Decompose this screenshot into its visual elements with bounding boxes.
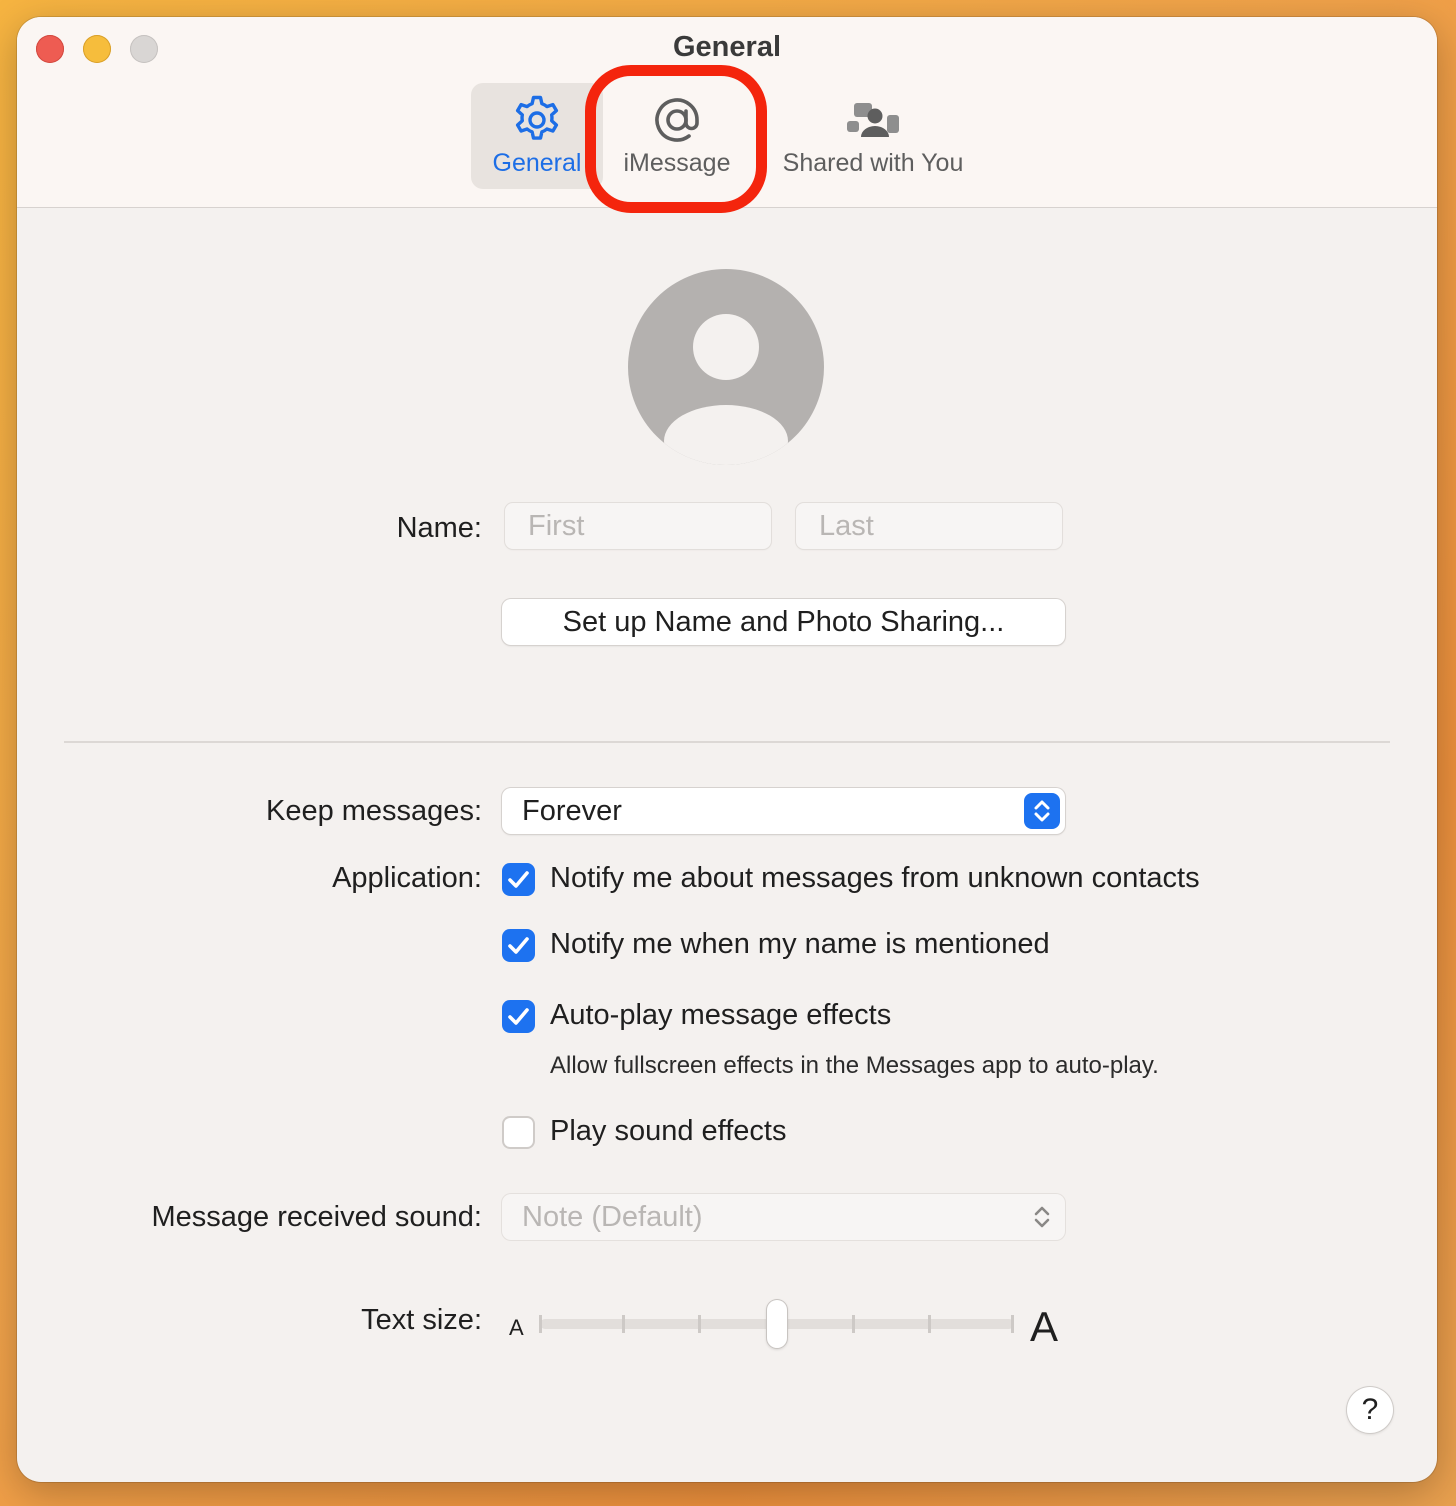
tab-shared-with-you[interactable]: Shared with You [757,83,989,189]
window-title: General [673,31,781,63]
last-name-field[interactable]: Last [796,503,1062,549]
text-size-slider-thumb[interactable] [767,1300,787,1348]
settings-window: General General iMessage Shared with You… [17,17,1437,1482]
keep-messages-popup[interactable]: Forever [502,788,1065,834]
slider-tick [622,1315,625,1333]
notify-unknown-contacts-checkbox[interactable] [502,863,535,896]
setup-button-label: Set up Name and Photo Sharing... [562,606,1005,638]
first-name-placeholder: First [528,510,585,542]
person-placeholder-icon[interactable] [628,269,824,470]
notify-unknown-contacts-label[interactable]: Notify me about messages from unknown co… [550,862,1200,895]
keep-messages-value: Forever [522,795,622,827]
help-button[interactable]: ? [1347,1387,1393,1433]
checkmark-icon [508,1008,529,1025]
first-name-field[interactable]: First [505,503,771,549]
received-sound-label: Message received sound: [151,1201,482,1233]
tab-general[interactable]: General [471,83,603,189]
name-label: Name: [396,512,482,544]
text-size-label: Text size: [361,1304,482,1336]
slider-tick [698,1315,701,1333]
notify-name-mentioned-checkbox[interactable] [502,929,535,962]
gear-icon [471,93,603,147]
keep-messages-label: Keep messages: [265,795,482,827]
received-sound-popup: Note (Default) [502,1194,1065,1240]
autoplay-effects-label[interactable]: Auto-play message effects [550,999,891,1032]
received-sound-value: Note (Default) [522,1201,703,1233]
tab-general-label: General [492,149,582,177]
setup-name-photo-sharing-button[interactable]: Set up Name and Photo Sharing... [502,599,1065,645]
text-size-small-glyph: A [509,1315,524,1340]
toolbar: General General iMessage Shared with You [17,17,1437,213]
text-size-large-glyph: A [1030,1303,1059,1350]
shared-with-you-icon [757,93,989,147]
slider-tick [928,1315,931,1333]
play-sound-effects-checkbox[interactable] [502,1116,535,1149]
notify-name-mentioned-label[interactable]: Notify me when my name is mentioned [550,928,1050,961]
up-down-chevron-icon [1024,793,1060,829]
autoplay-effects-checkbox[interactable] [502,1000,535,1033]
checkmark-icon [508,871,529,888]
slider-tick [539,1315,542,1333]
play-sound-effects-label[interactable]: Play sound effects [550,1115,786,1148]
slider-tick [1011,1315,1014,1333]
imessage-highlight-ring [585,65,767,213]
slider-tick [852,1315,855,1333]
section-divider [64,741,1390,743]
autoplay-effects-description: Allow fullscreen effects in the Messages… [550,1052,1159,1079]
tab-shared-label: Shared with You [782,149,964,177]
question-mark-icon: ? [1361,1393,1379,1426]
application-label: Application: [332,862,482,894]
last-name-placeholder: Last [819,510,874,542]
checkmark-icon [508,937,529,954]
up-down-chevron-icon [1027,1200,1057,1234]
